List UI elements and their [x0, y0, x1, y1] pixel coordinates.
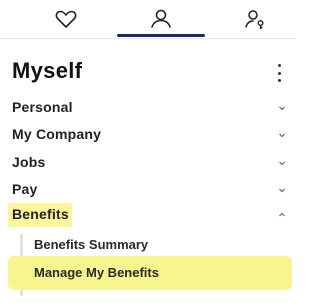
menu-item-label: Personal: [12, 99, 73, 115]
more-options-icon[interactable]: [275, 64, 283, 82]
tab-people[interactable]: [226, 2, 286, 36]
menu-item-jobs[interactable]: Jobs: [0, 151, 296, 175]
menu-item-benefits[interactable]: Benefits: [0, 203, 296, 227]
tab-favorites[interactable]: [36, 2, 96, 36]
page-title: Myself: [12, 58, 83, 83]
menu-item-label: My Company: [12, 126, 102, 142]
person-icon: [151, 9, 171, 28]
submenu-item-label: Manage My Benefits: [34, 265, 159, 280]
active-tab-indicator: [117, 34, 205, 37]
menu-item-personal[interactable]: Personal: [0, 96, 296, 120]
menu-item-label: Benefits: [12, 206, 69, 222]
menu-item-label: Jobs: [12, 154, 46, 170]
menu-item-pay[interactable]: Pay: [0, 178, 296, 202]
menu-item-my-company[interactable]: My Company: [0, 123, 296, 147]
submenu-item-label: Benefits Summary: [34, 237, 149, 252]
chevron-down-icon: [279, 106, 285, 111]
tab-myself[interactable]: [131, 2, 191, 36]
chevron-down-icon: [279, 133, 285, 138]
submenu-item-manage-my-benefits[interactable]: Manage My Benefits: [24, 261, 244, 285]
heart-icon: [55, 10, 77, 28]
chevron-down-icon: [279, 188, 285, 193]
menu-item-label: Pay: [12, 181, 38, 197]
submenu-item-benefits-summary[interactable]: Benefits Summary: [24, 233, 224, 257]
chevron-up-icon: [279, 212, 285, 217]
tab-bar: [0, 0, 296, 39]
person-key-icon: [245, 10, 264, 29]
chevron-down-icon: [279, 161, 285, 166]
